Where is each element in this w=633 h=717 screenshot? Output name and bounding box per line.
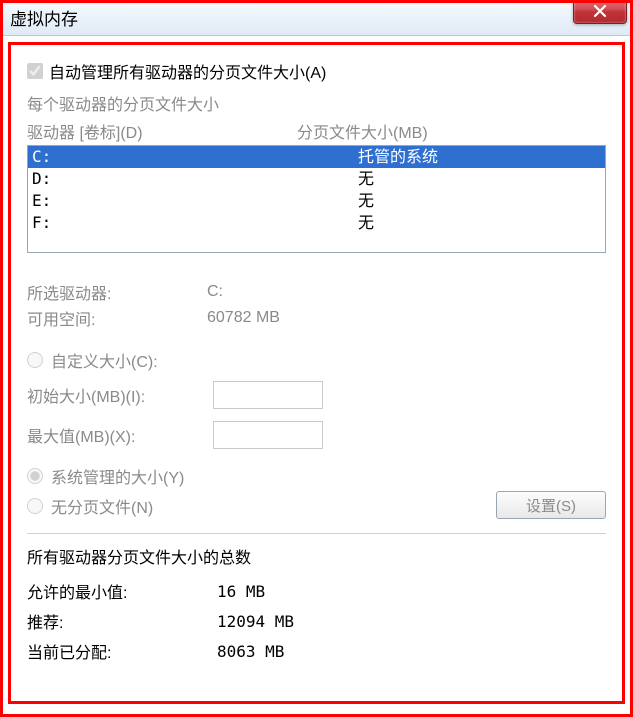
free-space-value: 60782 MB <box>207 309 280 327</box>
recommended-value: 12094 MB <box>217 612 294 631</box>
current-allocated-value: 8063 MB <box>217 642 284 661</box>
drive-letter: D: <box>28 168 358 190</box>
drive-row-c[interactable]: C: 托管的系统 <box>28 146 605 168</box>
drive-status: 无 <box>358 168 605 190</box>
drive-letter: F: <box>28 212 358 234</box>
recommended-label: 推荐: <box>27 609 217 633</box>
drive-list-header: 驱动器 [卷标](D) 分页文件大小(MB) <box>27 119 606 143</box>
close-icon <box>593 4 607 18</box>
drive-row-e[interactable]: E: 无 <box>28 190 605 212</box>
selected-drive-info: 所选驱动器: C: 可用空间: 60782 MB <box>27 279 606 331</box>
free-space-label: 可用空间: <box>27 306 207 330</box>
column-size: 分页文件大小(MB) <box>297 119 428 143</box>
initial-size-label: 初始大小(MB)(I): <box>27 383 213 407</box>
auto-manage-checkbox[interactable] <box>27 63 43 79</box>
set-button[interactable]: 设置(S) <box>496 491 606 519</box>
no-paging-file-label: 无分页文件(N) <box>51 494 153 518</box>
drive-status: 无 <box>358 190 605 212</box>
per-drive-heading: 每个驱动器的分页文件大小 <box>27 91 606 115</box>
totals-section: 所有驱动器分页文件大小的总数 允许的最小值: 16 MB 推荐: 12094 M… <box>27 544 606 666</box>
drive-list[interactable]: C: 托管的系统 D: 无 E: 无 F: 无 <box>27 145 606 253</box>
drive-letter: E: <box>28 190 358 212</box>
column-drive: 驱动器 [卷标](D) <box>27 119 297 143</box>
max-size-label: 最大值(MB)(X): <box>27 423 213 447</box>
virtual-memory-dialog: 虚拟内存 自动管理所有驱动器的分页文件大小(A) 每个驱动器的分页文件大小 驱动… <box>0 0 633 714</box>
highlight-frame: 自动管理所有驱动器的分页文件大小(A) 每个驱动器的分页文件大小 驱动器 [卷标… <box>8 42 625 704</box>
initial-size-input[interactable] <box>213 381 323 409</box>
auto-manage-row: 自动管理所有驱动器的分页文件大小(A) <box>27 59 606 83</box>
no-paging-file-radio[interactable] <box>27 498 43 514</box>
drive-status: 托管的系统 <box>358 146 605 168</box>
min-allowed-value: 16 MB <box>217 582 265 601</box>
system-managed-label: 系统管理的大小(Y) <box>51 464 184 488</box>
drive-letter: C: <box>28 146 358 168</box>
drive-row-d[interactable]: D: 无 <box>28 168 605 190</box>
window-title: 虚拟内存 <box>10 5 78 30</box>
custom-size-radio[interactable] <box>27 352 43 368</box>
selected-drive-value: C: <box>207 283 223 301</box>
custom-size-label: 自定义大小(C): <box>51 348 158 372</box>
system-managed-radio[interactable] <box>27 468 43 484</box>
drive-row-f[interactable]: F: 无 <box>28 212 605 234</box>
drive-status: 无 <box>358 212 605 234</box>
selected-drive-label: 所选驱动器: <box>27 280 207 304</box>
auto-manage-label: 自动管理所有驱动器的分页文件大小(A) <box>49 59 326 83</box>
separator <box>27 533 606 534</box>
min-allowed-label: 允许的最小值: <box>27 579 217 603</box>
close-button[interactable] <box>573 0 627 24</box>
titlebar: 虚拟内存 <box>0 0 633 36</box>
content-area: 自动管理所有驱动器的分页文件大小(A) 每个驱动器的分页文件大小 驱动器 [卷标… <box>0 36 633 714</box>
totals-heading: 所有驱动器分页文件大小的总数 <box>27 544 606 568</box>
max-size-input[interactable] <box>213 421 323 449</box>
current-allocated-label: 当前已分配: <box>27 639 217 663</box>
